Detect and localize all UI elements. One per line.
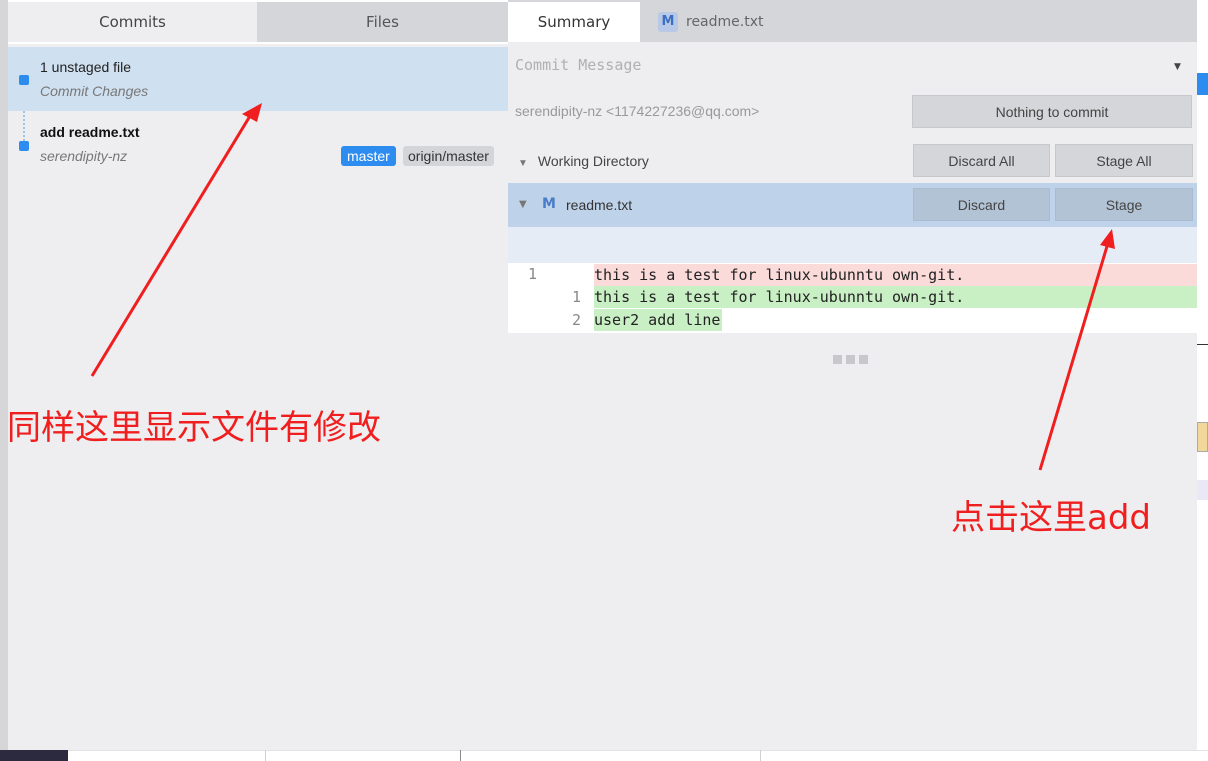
triangle-down-icon[interactable]: ▼: [519, 199, 527, 210]
taskbar-thumbnail: [0, 750, 68, 761]
history-tabs: Commits Files: [8, 0, 508, 44]
detail-pane: Summary M readme.txt Commit Message ▼ se…: [508, 0, 1197, 750]
unstaged-changes-row[interactable]: 1 unstaged file Commit Changes: [8, 47, 508, 111]
diff-line-deleted: this is a test for linux-ubunntu own-git…: [594, 264, 1197, 286]
annotation-text-right: 点击这里add: [951, 498, 1151, 538]
file-name: readme.txt: [566, 197, 633, 213]
working-directory-label: Working Directory: [537, 153, 649, 169]
background-element: [1197, 422, 1208, 452]
commit-message: add readme.txt: [40, 124, 140, 140]
diff-line-added: user2 add line: [594, 309, 723, 331]
background-element: [1197, 344, 1208, 345]
tab-commits[interactable]: Commits: [8, 2, 257, 42]
app-window: Commits Files 1 unstaged file Commit Cha…: [0, 0, 1208, 761]
working-directory-header[interactable]: ▼ Working Directory: [518, 153, 649, 169]
commit-author: serendipity-nz: [40, 148, 128, 164]
graph-node-icon: [19, 75, 29, 85]
commit-row[interactable]: add readme.txt serendipity-nz master ori…: [8, 113, 508, 177]
new-line-number: 2: [572, 311, 582, 329]
file-status-modified: M: [542, 196, 556, 212]
author-identity: serendipity-nz <1174227236@qq.com>: [515, 103, 760, 119]
stage-button[interactable]: Stage: [1055, 188, 1193, 221]
branch-badge-remote: origin/master: [403, 146, 494, 166]
discard-all-button[interactable]: Discard All: [913, 144, 1050, 177]
taskbar-divider: [760, 750, 761, 761]
annotation-text-left: 同样这里显示文件有修改: [7, 408, 381, 448]
changed-file-row[interactable]: ▼ M readme.txt Discard Stage: [508, 183, 1197, 227]
taskbar-divider: [265, 750, 266, 761]
diff-view: 1 this is a test for linux-ubunntu own-g…: [508, 263, 1197, 333]
triangle-down-icon: ▼: [518, 158, 528, 169]
nothing-to-commit-button[interactable]: Nothing to commit: [912, 95, 1192, 128]
diff-line-added: this is a test for linux-ubunntu own-git…: [594, 286, 1197, 308]
summary-panel: Commit Message ▼ serendipity-nz <1174227…: [508, 42, 1197, 183]
stage-all-button[interactable]: Stage All: [1055, 144, 1193, 177]
commit-changes-label: Commit Changes: [40, 83, 149, 99]
background-element: [1197, 73, 1208, 95]
branch-badge-local: master: [341, 146, 396, 166]
graph-node-icon: [19, 141, 29, 151]
unstaged-count: 1 unstaged file: [40, 59, 132, 75]
history-pane: Commits Files 1 unstaged file Commit Cha…: [8, 0, 508, 750]
commit-message-input[interactable]: Commit Message: [515, 56, 641, 74]
tab-file-name: readme.txt: [686, 14, 764, 30]
window-edge: [0, 0, 8, 750]
background-element: [1197, 480, 1208, 500]
tab-summary[interactable]: Summary: [508, 2, 640, 42]
tab-files[interactable]: Files: [257, 2, 508, 42]
tab-file-readme[interactable]: M readme.txt: [658, 2, 764, 42]
old-line-number: 1: [528, 265, 538, 283]
caret-down-icon[interactable]: ▼: [1174, 62, 1181, 72]
diff-hunk-header: [508, 227, 1197, 263]
taskbar-strip: [0, 750, 1208, 761]
modified-badge: M: [658, 12, 678, 32]
new-line-number: 1: [572, 288, 582, 306]
ellipsis-icon[interactable]: [833, 355, 868, 364]
background-window: [1197, 0, 1208, 761]
discard-button[interactable]: Discard: [913, 188, 1050, 221]
detail-tabs: Summary M readme.txt: [508, 0, 1197, 42]
taskbar-divider: [460, 750, 461, 761]
